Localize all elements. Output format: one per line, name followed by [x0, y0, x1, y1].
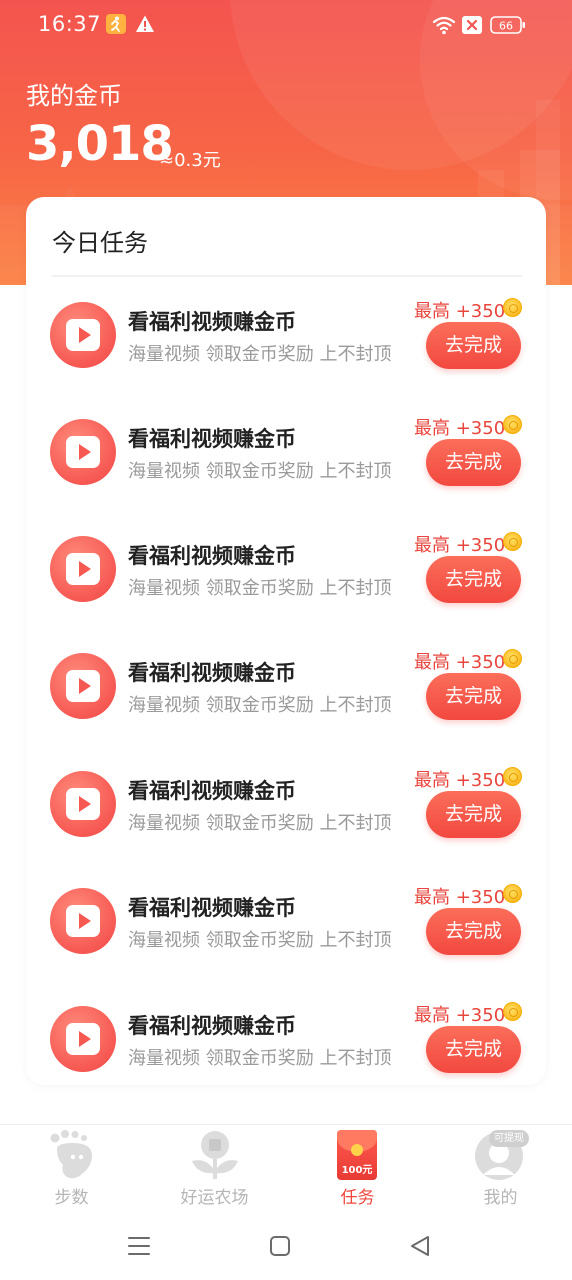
- tab-tasks[interactable]: 100元 任务: [286, 1125, 429, 1215]
- task-reward: 最高 +350: [414, 535, 506, 556]
- task-title: 看福利视频赚金币: [128, 779, 296, 803]
- task-reward: 最高 +350: [414, 418, 506, 439]
- complete-task-button[interactable]: 去完成: [426, 791, 521, 838]
- video-play-icon: [50, 888, 116, 954]
- menu-icon[interactable]: [127, 1235, 151, 1257]
- steps-footprint-icon: [50, 1130, 93, 1179]
- task-description: 海量视频 领取金币奖励 上不封顶: [128, 930, 392, 951]
- wifi-icon: [432, 16, 456, 35]
- task-title: 看福利视频赚金币: [128, 896, 296, 920]
- task-row: 看福利视频赚金币 海量视频 领取金币奖励 上不封顶 最高 +350 去完成: [26, 511, 546, 628]
- coin-icon: [503, 649, 522, 668]
- warning-icon: [136, 15, 154, 32]
- complete-task-button[interactable]: 去完成: [426, 673, 521, 720]
- sim-off-icon: [462, 16, 482, 34]
- farm-sprout-icon: [192, 1131, 238, 1179]
- battery-level: 66: [499, 20, 513, 33]
- battery-icon: 66: [490, 16, 525, 34]
- task-description: 海量视频 领取金币奖励 上不封顶: [128, 578, 392, 599]
- task-reward: 最高 +350: [414, 1005, 506, 1026]
- coin-icon: [503, 767, 522, 786]
- card-title: 今日任务: [52, 229, 148, 257]
- coins-rmb-equivalent: ≈0.3元: [159, 150, 221, 171]
- tab-farm[interactable]: 好运农场: [143, 1125, 286, 1215]
- task-description: 海量视频 领取金币奖励 上不封顶: [128, 461, 392, 482]
- task-title: 看福利视频赚金币: [128, 427, 296, 451]
- status-bar: 16:37 66: [0, 0, 572, 52]
- complete-task-button[interactable]: 去完成: [426, 1026, 521, 1073]
- coins-label: 我的金币: [26, 82, 122, 110]
- task-title: 看福利视频赚金币: [128, 1014, 296, 1038]
- task-row: 看福利视频赚金币 海量视频 领取金币奖励 上不封顶 最高 +350 去完成: [26, 981, 546, 1085]
- tab-steps[interactable]: 步数: [0, 1125, 143, 1215]
- home-icon[interactable]: [269, 1235, 291, 1257]
- task-reward: 最高 +350: [414, 770, 506, 791]
- coin-icon: [503, 884, 522, 903]
- complete-task-button[interactable]: 去完成: [426, 908, 521, 955]
- task-reward: 最高 +350: [414, 652, 506, 673]
- system-nav-bar: [0, 1214, 572, 1280]
- task-row: 看福利视频赚金币 海量视频 领取金币奖励 上不封顶 最高 +350 去完成: [26, 394, 546, 511]
- video-play-icon: [50, 302, 116, 368]
- coin-icon: [503, 532, 522, 551]
- coin-icon: [503, 1002, 522, 1021]
- task-reward: 最高 +350: [414, 887, 506, 908]
- task-title: 看福利视频赚金币: [128, 661, 296, 685]
- complete-task-button[interactable]: 去完成: [426, 439, 521, 486]
- task-reward: 最高 +350: [414, 301, 506, 322]
- video-play-icon: [50, 653, 116, 719]
- task-row: 看福利视频赚金币 海量视频 领取金币奖励 上不封顶 最高 +350 去完成: [26, 628, 546, 745]
- task-title: 看福利视频赚金币: [128, 544, 296, 568]
- withdraw-badge: 可提现: [489, 1130, 529, 1147]
- runner-app-icon: [106, 14, 126, 34]
- task-description: 海量视频 领取金币奖励 上不封顶: [128, 344, 392, 365]
- video-play-icon: [50, 1006, 116, 1072]
- task-description: 海量视频 领取金币奖励 上不封顶: [128, 1048, 392, 1069]
- video-play-icon: [50, 536, 116, 602]
- tab-label: 步数: [54, 1188, 89, 1208]
- task-description: 海量视频 领取金币奖励 上不封顶: [128, 695, 392, 716]
- task-row: 看福利视频赚金币 海量视频 领取金币奖励 上不封顶 最高 +350 去完成: [26, 746, 546, 863]
- red-envelope-badge: 100元: [341, 1165, 373, 1176]
- task-row: 看福利视频赚金币 海量视频 领取金币奖励 上不封顶 最高 +350 去完成: [26, 863, 546, 980]
- task-description: 海量视频 领取金币奖励 上不封顶: [128, 813, 392, 834]
- tab-label: 好运农场: [180, 1188, 249, 1208]
- tab-profile[interactable]: 可提现 我的: [429, 1125, 572, 1215]
- tab-label: 我的: [483, 1188, 518, 1208]
- task-title: 看福利视频赚金币: [128, 310, 296, 334]
- tab-label: 任务: [340, 1188, 375, 1208]
- video-play-icon: [50, 419, 116, 485]
- daily-tasks-card: 今日任务 看福利视频赚金币 海量视频 领取金币奖励 上不封顶 最高 +350 去…: [26, 197, 546, 1085]
- complete-task-button[interactable]: 去完成: [426, 556, 521, 603]
- coin-icon: [503, 298, 522, 317]
- red-envelope-icon: 100元: [337, 1130, 377, 1180]
- coins-balance: 3,018: [26, 116, 174, 172]
- back-icon[interactable]: [409, 1235, 431, 1257]
- coin-icon: [503, 415, 522, 434]
- video-play-icon: [50, 771, 116, 837]
- task-row: 看福利视频赚金币 海量视频 领取金币奖励 上不封顶 最高 +350 去完成: [26, 277, 546, 394]
- status-time: 16:37: [38, 12, 102, 36]
- bottom-tab-bar: 步数 好运农场 100元 任务 可提现 我的: [0, 1124, 572, 1214]
- complete-task-button[interactable]: 去完成: [426, 322, 521, 369]
